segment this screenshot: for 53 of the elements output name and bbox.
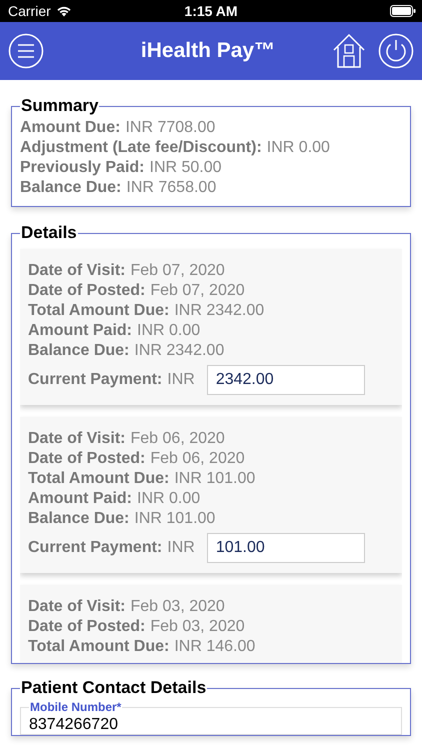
- summary-value: INR 50.00: [150, 159, 222, 176]
- detail-value: Feb 07, 2020: [150, 282, 245, 299]
- menu-icon[interactable]: [8, 33, 44, 69]
- detail-label: Amount Paid:: [28, 490, 132, 507]
- power-icon[interactable]: [378, 33, 414, 69]
- payment-field[interactable]: 2342.00: [206, 365, 365, 395]
- summary-value: INR 7708.00: [125, 119, 216, 136]
- detail-label: Date of Visit:: [28, 598, 126, 615]
- mobile-number-label: Mobile Number*: [29, 700, 122, 714]
- detail-value: INR 0.00: [137, 490, 200, 507]
- app-title: iHealth Pay™: [140, 39, 276, 63]
- currency-label: INR: [167, 539, 195, 557]
- detail-label: Total Amount Due:: [28, 638, 170, 655]
- detail-label: Date of Posted:: [28, 618, 146, 635]
- payment-field[interactable]: 101.00: [206, 533, 365, 563]
- detail-value: Feb 06, 2020: [130, 430, 225, 447]
- battery-icon: [390, 5, 416, 17]
- carrier-label: Carrier: [8, 3, 51, 19]
- detail-value: Feb 03, 2020: [150, 618, 245, 635]
- mobile-number-field[interactable]: Mobile Number* 8374266720: [20, 700, 402, 735]
- wifi-icon: [56, 5, 72, 17]
- detail-label: Total Amount Due:: [28, 302, 170, 319]
- summary-value: INR 7658.00: [126, 179, 216, 196]
- summary-value: INR 0.00: [266, 139, 330, 156]
- detail-value: Feb 03, 2020: [130, 598, 225, 615]
- detail-label: Balance Due:: [28, 510, 130, 527]
- clock: 1:15 AM: [183, 3, 239, 19]
- summary-label: Amount Due:: [20, 119, 120, 136]
- detail-value: INR 146.00: [174, 638, 256, 655]
- detail-label: Amount Paid:: [28, 322, 132, 339]
- detail-label: Total Amount Due:: [28, 470, 170, 487]
- detail-value: INR 2342.00: [174, 302, 264, 319]
- contact-heading: Patient Contact Details: [20, 678, 208, 698]
- detail-value: INR 101.00: [134, 510, 216, 527]
- home-icon[interactable]: [332, 33, 366, 69]
- summary-label: Adjustment (Late fee/Discount):: [20, 139, 262, 156]
- currency-label: INR: [167, 371, 195, 389]
- summary-heading: Summary: [20, 96, 100, 116]
- detail-label: Date of Visit:: [28, 430, 126, 447]
- summary-label: Previously Paid:: [20, 159, 144, 176]
- detail-value: INR 2342.00: [134, 342, 224, 359]
- detail-value: INR 0.00: [137, 322, 200, 339]
- detail-label: Date of Posted:: [28, 450, 146, 467]
- detail-value: Feb 07, 2020: [130, 262, 225, 279]
- detail-value: INR 101.00: [174, 470, 256, 487]
- payment-label: Current Payment:: [28, 539, 162, 557]
- details-heading: Details: [20, 223, 78, 243]
- detail-label: Date of Visit:: [28, 262, 126, 279]
- detail-label: Balance Due:: [28, 342, 130, 359]
- detail-value: Feb 06, 2020: [150, 450, 245, 467]
- detail-label: Date of Posted:: [28, 282, 146, 299]
- summary-label: Balance Due:: [20, 179, 122, 196]
- payment-label: Current Payment:: [28, 371, 162, 389]
